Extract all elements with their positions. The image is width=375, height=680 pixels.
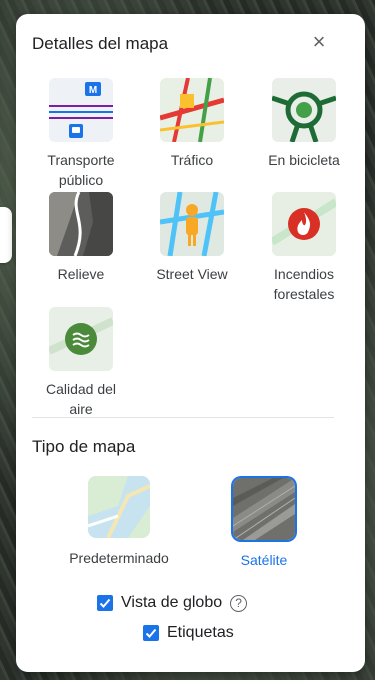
map-type-title: Tipo de mapa — [32, 437, 136, 456]
close-icon: × — [312, 29, 326, 54]
map-type-label: Predeterminado — [69, 550, 169, 566]
map-type-satellite[interactable]: Satélite — [204, 478, 324, 570]
globe-view-label: Vista de globo — [121, 594, 223, 611]
layer-label-line1: Calidad del — [45, 381, 117, 397]
layer-street-view[interactable]: Street View — [137, 192, 247, 284]
layer-label-line1: Incendios — [274, 266, 334, 282]
panel-title: Detalles del mapa — [32, 34, 169, 53]
checkmark-icon — [145, 628, 157, 638]
layer-label-line1: Street View — [156, 266, 228, 282]
layer-terrain[interactable]: Relieve — [26, 192, 136, 284]
labels-row: Etiquetas — [143, 624, 234, 642]
layer-label-line1: Relieve — [57, 266, 105, 282]
map-type-default[interactable]: Predeterminado — [59, 476, 179, 568]
biking-icon — [272, 78, 336, 142]
layer-biking[interactable]: En bicicleta — [249, 78, 359, 170]
traffic-icon — [160, 78, 224, 142]
wildfire-icon — [272, 192, 336, 256]
layer-air-quality[interactable]: Calidad del aire — [26, 307, 136, 419]
close-button[interactable]: × — [305, 28, 333, 56]
satellite-map-thumbnail — [233, 478, 295, 540]
help-icon[interactable]: ? — [230, 594, 248, 612]
layer-label-line1: Transporte — [47, 152, 115, 168]
layer-traffic[interactable]: Tráfico — [137, 78, 247, 170]
labels-checkbox[interactable] — [143, 625, 159, 641]
globe-view-row: Vista de globo ? — [97, 594, 248, 612]
transit-icon: M — [49, 78, 113, 142]
divider — [32, 417, 334, 418]
air-quality-icon — [49, 307, 113, 371]
globe-view-checkbox[interactable] — [97, 595, 113, 611]
map-type-label: Satélite — [240, 552, 288, 568]
layer-wildfire[interactable]: Incendios forestales — [249, 192, 359, 304]
layer-transit[interactable]: M Transporte público — [26, 78, 136, 190]
svg-text:M: M — [89, 85, 97, 96]
side-panel-handle[interactable] — [0, 207, 12, 263]
checkmark-icon — [99, 598, 111, 608]
layer-label-line1: Tráfico — [170, 152, 214, 168]
default-map-thumbnail — [88, 476, 150, 538]
layer-label-line2: aire — [69, 401, 93, 417]
terrain-icon — [49, 192, 113, 256]
street-view-icon — [160, 192, 224, 256]
layer-label-line2: público — [58, 172, 104, 188]
layer-label-line2: forestales — [273, 286, 335, 302]
layer-label-line1: En bicicleta — [268, 152, 340, 168]
labels-label: Etiquetas — [167, 624, 234, 641]
